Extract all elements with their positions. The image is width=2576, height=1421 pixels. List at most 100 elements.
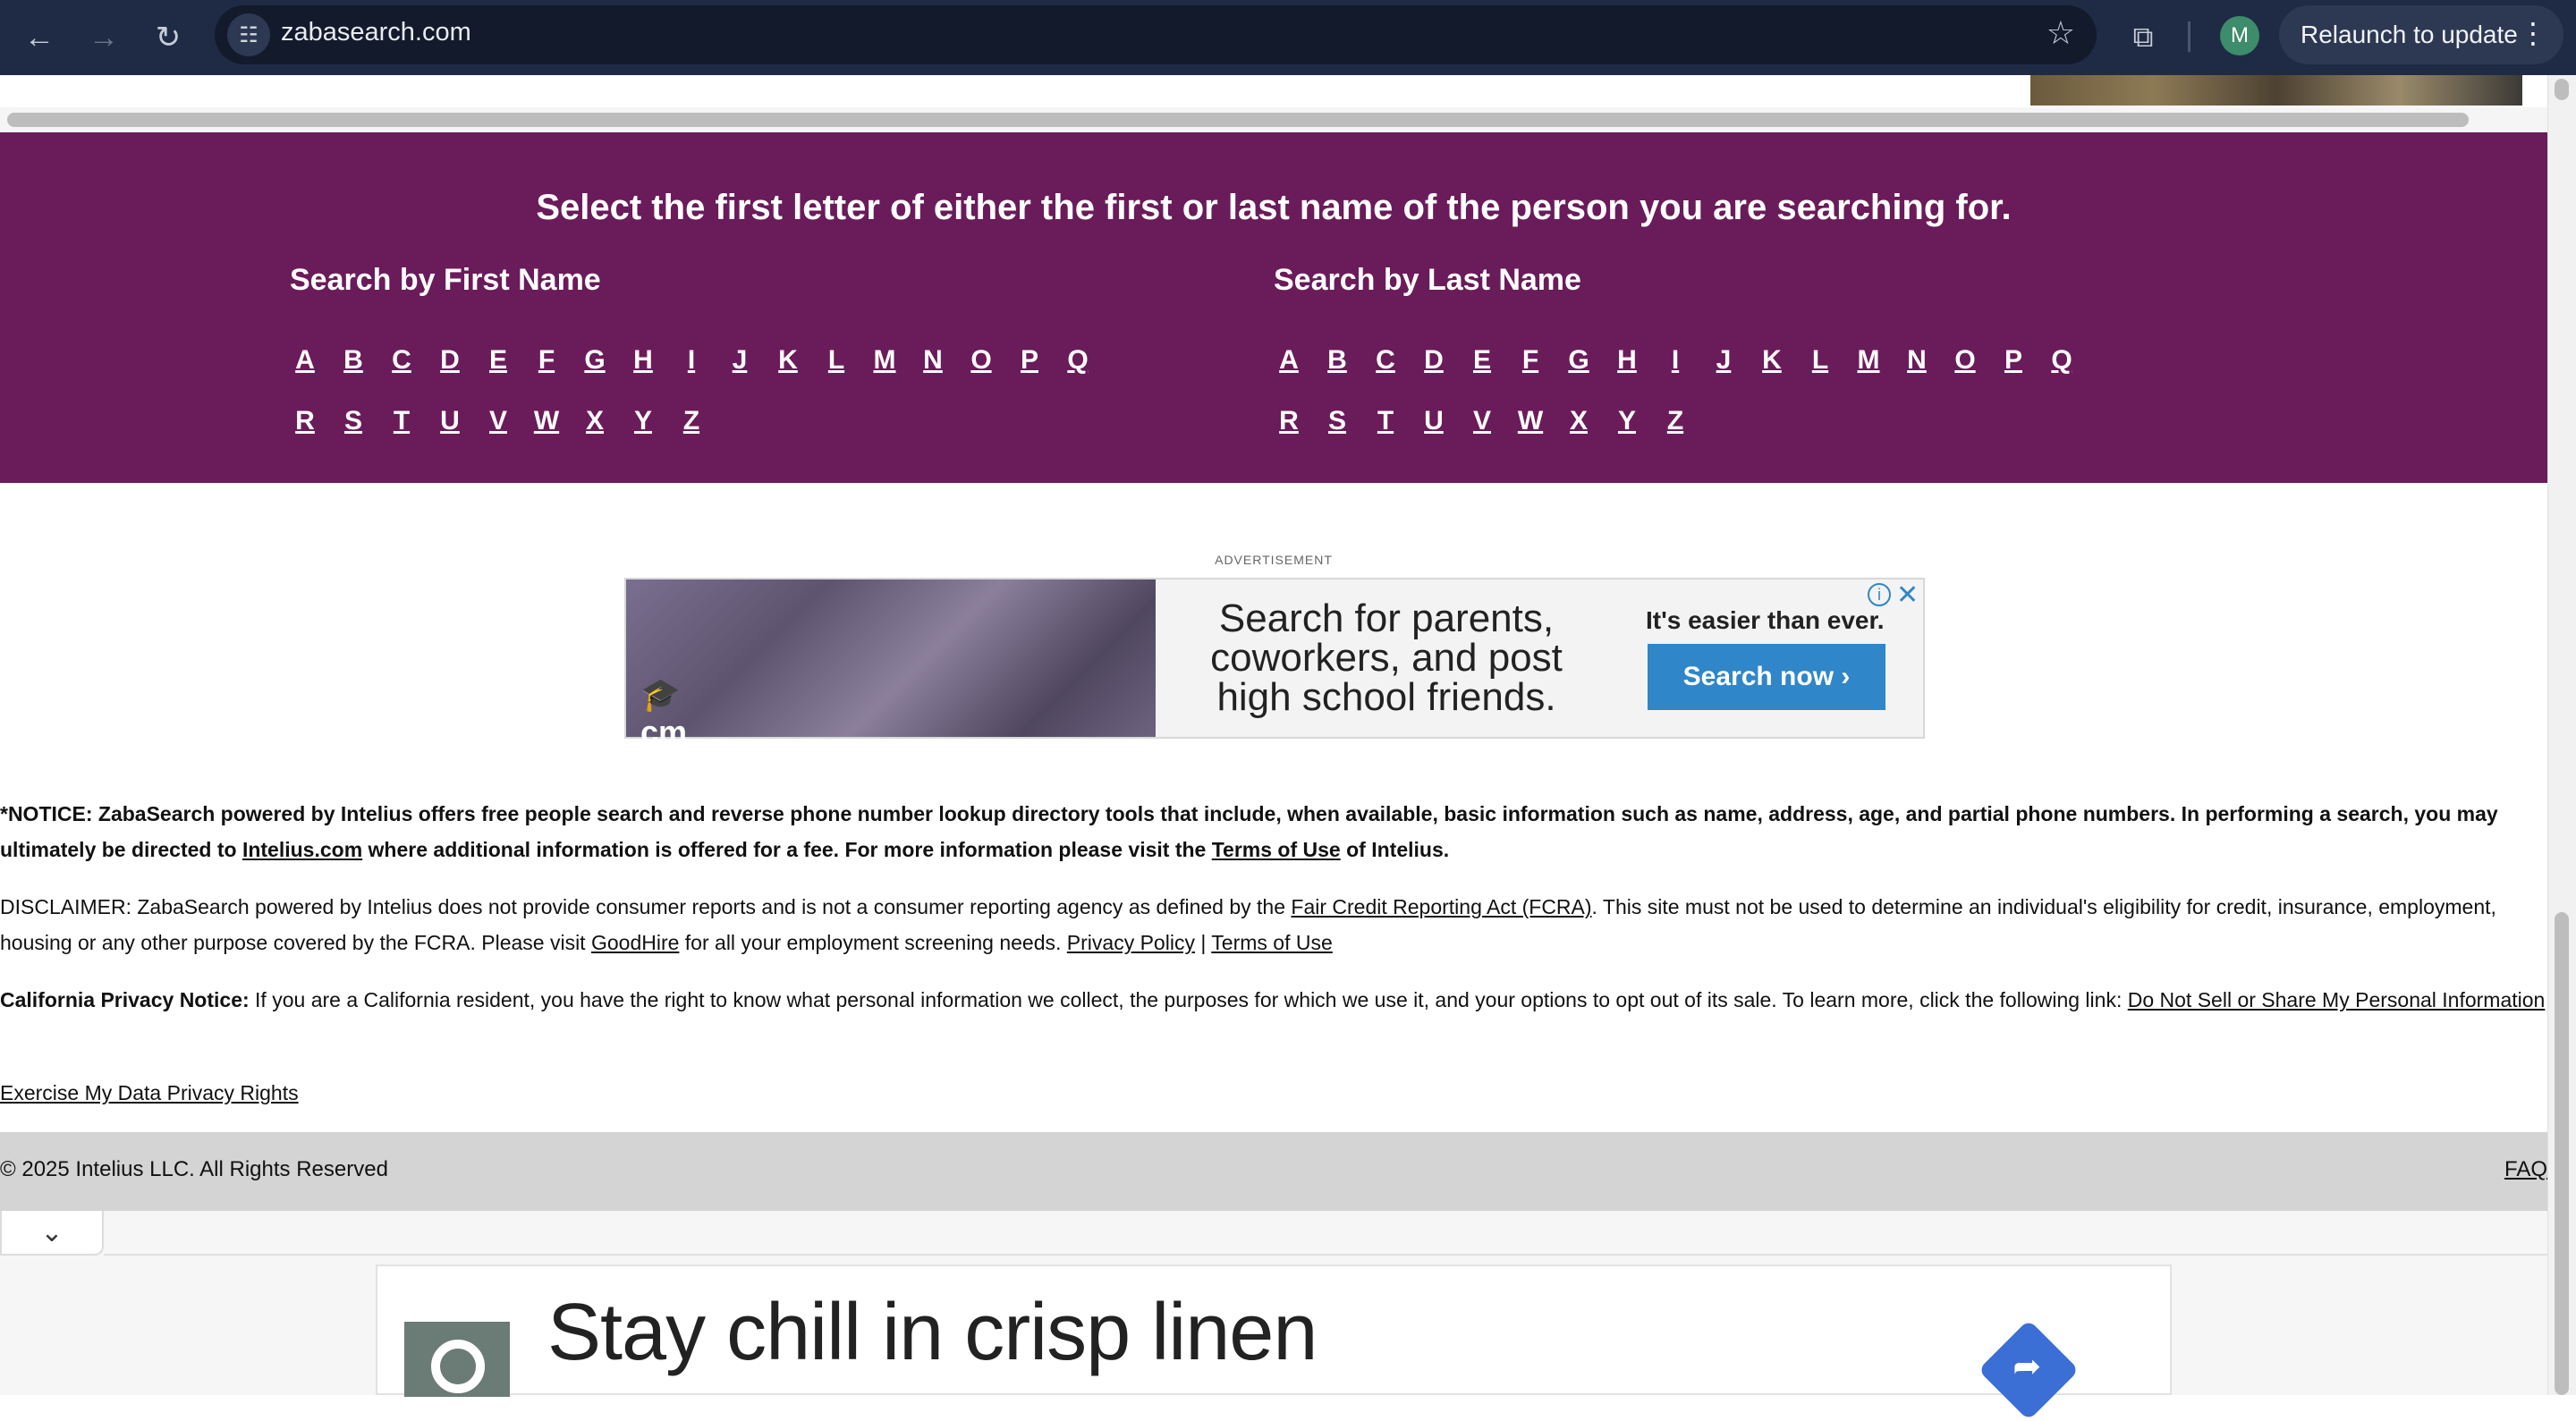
classmates-ad-banner[interactable]: 🎓cm Search for parents, coworkers, and p… xyxy=(624,578,1925,750)
first-name-letter-link[interactable]: O xyxy=(957,345,1005,376)
ad-headline-line: high school friends. xyxy=(1216,675,1556,719)
first-name-letter-link[interactable]: T xyxy=(377,406,426,436)
first-name-letter-link[interactable]: Y xyxy=(619,406,667,436)
page-footer: © 2025 Intelius LLC. All Rights Reserved… xyxy=(0,1132,2547,1211)
linen-ad-banner[interactable]: Stay chill in crisp linen ➦ xyxy=(376,1265,2172,1421)
first-name-letter-link[interactable]: A xyxy=(281,345,329,376)
url-text[interactable]: zabasearch.com xyxy=(281,18,471,47)
first-name-letter-link[interactable]: R xyxy=(281,406,329,436)
more-menu-icon[interactable]: ⋮ xyxy=(2519,16,2547,50)
goodhire-link[interactable]: GoodHire xyxy=(591,931,679,954)
forward-arrow-icon[interactable]: → xyxy=(80,14,127,61)
last-name-letter-link[interactable]: S xyxy=(1313,406,1361,436)
ad-side-title: It's easier than ever. xyxy=(1646,606,1885,634)
last-name-letter-link[interactable]: C xyxy=(1361,345,1410,376)
last-name-letter-link[interactable]: B xyxy=(1313,345,1361,376)
last-name-letter-link[interactable]: X xyxy=(1555,406,1603,436)
first-name-letter-link[interactable]: E xyxy=(474,345,522,376)
directions-arrow-icon[interactable]: ➦ xyxy=(1978,1319,2080,1421)
terms-of-use-link[interactable]: Terms of Use xyxy=(1211,931,1332,954)
exercise-rights-paragraph: Exercise My Data Privacy Rights xyxy=(0,1075,2547,1111)
linen-ad-headline: Stay chill in crisp linen xyxy=(547,1288,1318,1377)
first-name-letter-link[interactable]: Z xyxy=(667,406,716,436)
last-name-letter-link[interactable]: O xyxy=(1941,345,1989,376)
last-name-letter-link[interactable]: Y xyxy=(1603,406,1651,436)
last-name-letter-link[interactable]: N xyxy=(1893,345,1941,376)
first-name-letter-link[interactable]: H xyxy=(619,345,667,376)
carousel-thumbnail-image xyxy=(2030,75,2522,106)
address-bar[interactable]: ☷ zabasearch.com ☆ xyxy=(215,5,2097,64)
first-name-letter-link[interactable]: Q xyxy=(1054,345,1102,376)
profile-avatar[interactable]: M xyxy=(2220,16,2259,55)
last-name-letter-link[interactable]: R xyxy=(1265,406,1313,436)
inner-scrollbar-thumb[interactable] xyxy=(2555,79,2569,100)
last-name-letter-link[interactable]: D xyxy=(1410,345,1458,376)
relaunch-button[interactable]: Relaunch to update ⋮ xyxy=(2279,5,2563,64)
last-name-letter-link[interactable]: V xyxy=(1458,406,1506,436)
last-name-letter-link[interactable]: L xyxy=(1796,345,1844,376)
last-name-letter-link[interactable]: M xyxy=(1844,345,1893,376)
exercise-privacy-rights-link[interactable]: Exercise My Data Privacy Rights xyxy=(0,1081,299,1104)
reload-icon[interactable]: ↻ xyxy=(145,14,191,61)
first-name-letter-link[interactable]: C xyxy=(377,345,426,376)
intelius-link[interactable]: Intelius.com xyxy=(242,838,362,861)
first-name-letter-link[interactable]: S xyxy=(329,406,377,436)
last-name-letter-link[interactable]: K xyxy=(1748,345,1796,376)
copyright-text: © 2025 Intelius LLC. All Rights Reserved xyxy=(0,1157,388,1181)
section-headline: Select the first letter of either the fi… xyxy=(536,188,2012,227)
first-name-letters-row-2: RSTUVWXYZ xyxy=(281,406,716,436)
first-name-letters-row-1: ABCDEFGHIJKLMNOPQ xyxy=(281,345,1102,376)
first-name-letter-link[interactable]: G xyxy=(571,345,619,376)
cm-logo-text: cm xyxy=(640,714,688,750)
last-name-letter-link[interactable]: W xyxy=(1506,406,1555,436)
notice-paragraph: *NOTICE: ZabaSearch powered by Intelius … xyxy=(0,796,2547,867)
first-name-letter-link[interactable]: D xyxy=(426,345,474,376)
last-name-letter-link[interactable]: F xyxy=(1506,345,1555,376)
first-name-letter-link[interactable]: F xyxy=(522,345,571,376)
first-name-letter-link[interactable]: N xyxy=(909,345,957,376)
last-name-letter-link[interactable]: H xyxy=(1603,345,1651,376)
ad-info-icon[interactable]: i xyxy=(1868,583,1891,606)
first-name-letter-link[interactable]: B xyxy=(329,345,377,376)
last-name-letter-link[interactable]: U xyxy=(1410,406,1458,436)
bookmark-star-icon[interactable]: ☆ xyxy=(2046,14,2075,52)
page-scrollbar-thumb[interactable] xyxy=(2555,912,2569,1395)
first-name-letter-link[interactable]: L xyxy=(812,345,860,376)
do-not-sell-link[interactable]: Do Not Sell or Share My Personal Informa… xyxy=(2128,988,2546,1011)
first-name-letter-link[interactable]: M xyxy=(860,345,909,376)
faq-link[interactable]: FAQ xyxy=(2504,1157,2547,1182)
first-name-letter-link[interactable]: I xyxy=(667,345,716,376)
california-notice-text: If you are a California resident, you ha… xyxy=(249,988,2128,1011)
last-name-letter-link[interactable]: T xyxy=(1361,406,1410,436)
last-name-letter-link[interactable]: G xyxy=(1555,345,1603,376)
last-name-letter-link[interactable]: Z xyxy=(1651,406,1699,436)
last-name-letter-link[interactable]: P xyxy=(1989,345,2038,376)
last-name-letters-row-2: RSTUVWXYZ xyxy=(1265,406,1699,436)
first-name-letter-link[interactable]: J xyxy=(716,345,764,376)
collapse-ad-button[interactable]: ⌄ xyxy=(0,1211,104,1256)
first-name-letter-link[interactable]: V xyxy=(474,406,522,436)
last-name-letter-link[interactable]: J xyxy=(1699,345,1748,376)
last-name-letter-link[interactable]: Q xyxy=(2038,345,2086,376)
disclaimer-text: DISCLAIMER: ZabaSearch powered by Inteli… xyxy=(0,895,1292,918)
site-settings-icon[interactable]: ☷ xyxy=(227,13,270,56)
fcra-link[interactable]: Fair Credit Reporting Act (FCRA) xyxy=(1291,895,1591,918)
ad-close-icon[interactable]: ✕ xyxy=(1896,579,1919,611)
first-name-letter-link[interactable]: K xyxy=(764,345,812,376)
browser-toolbar: ← → ↻ ☷ zabasearch.com ☆ ⧉ M Relaunch to… xyxy=(0,0,2576,75)
last-name-letter-link[interactable]: I xyxy=(1651,345,1699,376)
ad-search-now-button[interactable]: Search now › xyxy=(1648,644,1885,710)
chevron-down-icon: ⌄ xyxy=(40,1217,64,1248)
extensions-icon[interactable]: ⧉ xyxy=(2120,14,2166,61)
first-name-letter-link[interactable]: U xyxy=(426,406,474,436)
privacy-policy-link[interactable]: Privacy Policy xyxy=(1067,931,1195,954)
horizontal-scrollbar-thumb[interactable] xyxy=(7,113,2469,127)
first-name-letter-link[interactable]: W xyxy=(522,406,571,436)
last-name-letter-link[interactable]: A xyxy=(1265,345,1313,376)
first-name-letter-link[interactable]: X xyxy=(571,406,619,436)
back-arrow-icon[interactable]: ← xyxy=(16,14,63,61)
notice-terms-link[interactable]: Terms of Use xyxy=(1212,838,1341,861)
notice-text: of Intelius. xyxy=(1340,838,1450,861)
last-name-letter-link[interactable]: E xyxy=(1458,345,1506,376)
first-name-letter-link[interactable]: P xyxy=(1005,345,1054,376)
